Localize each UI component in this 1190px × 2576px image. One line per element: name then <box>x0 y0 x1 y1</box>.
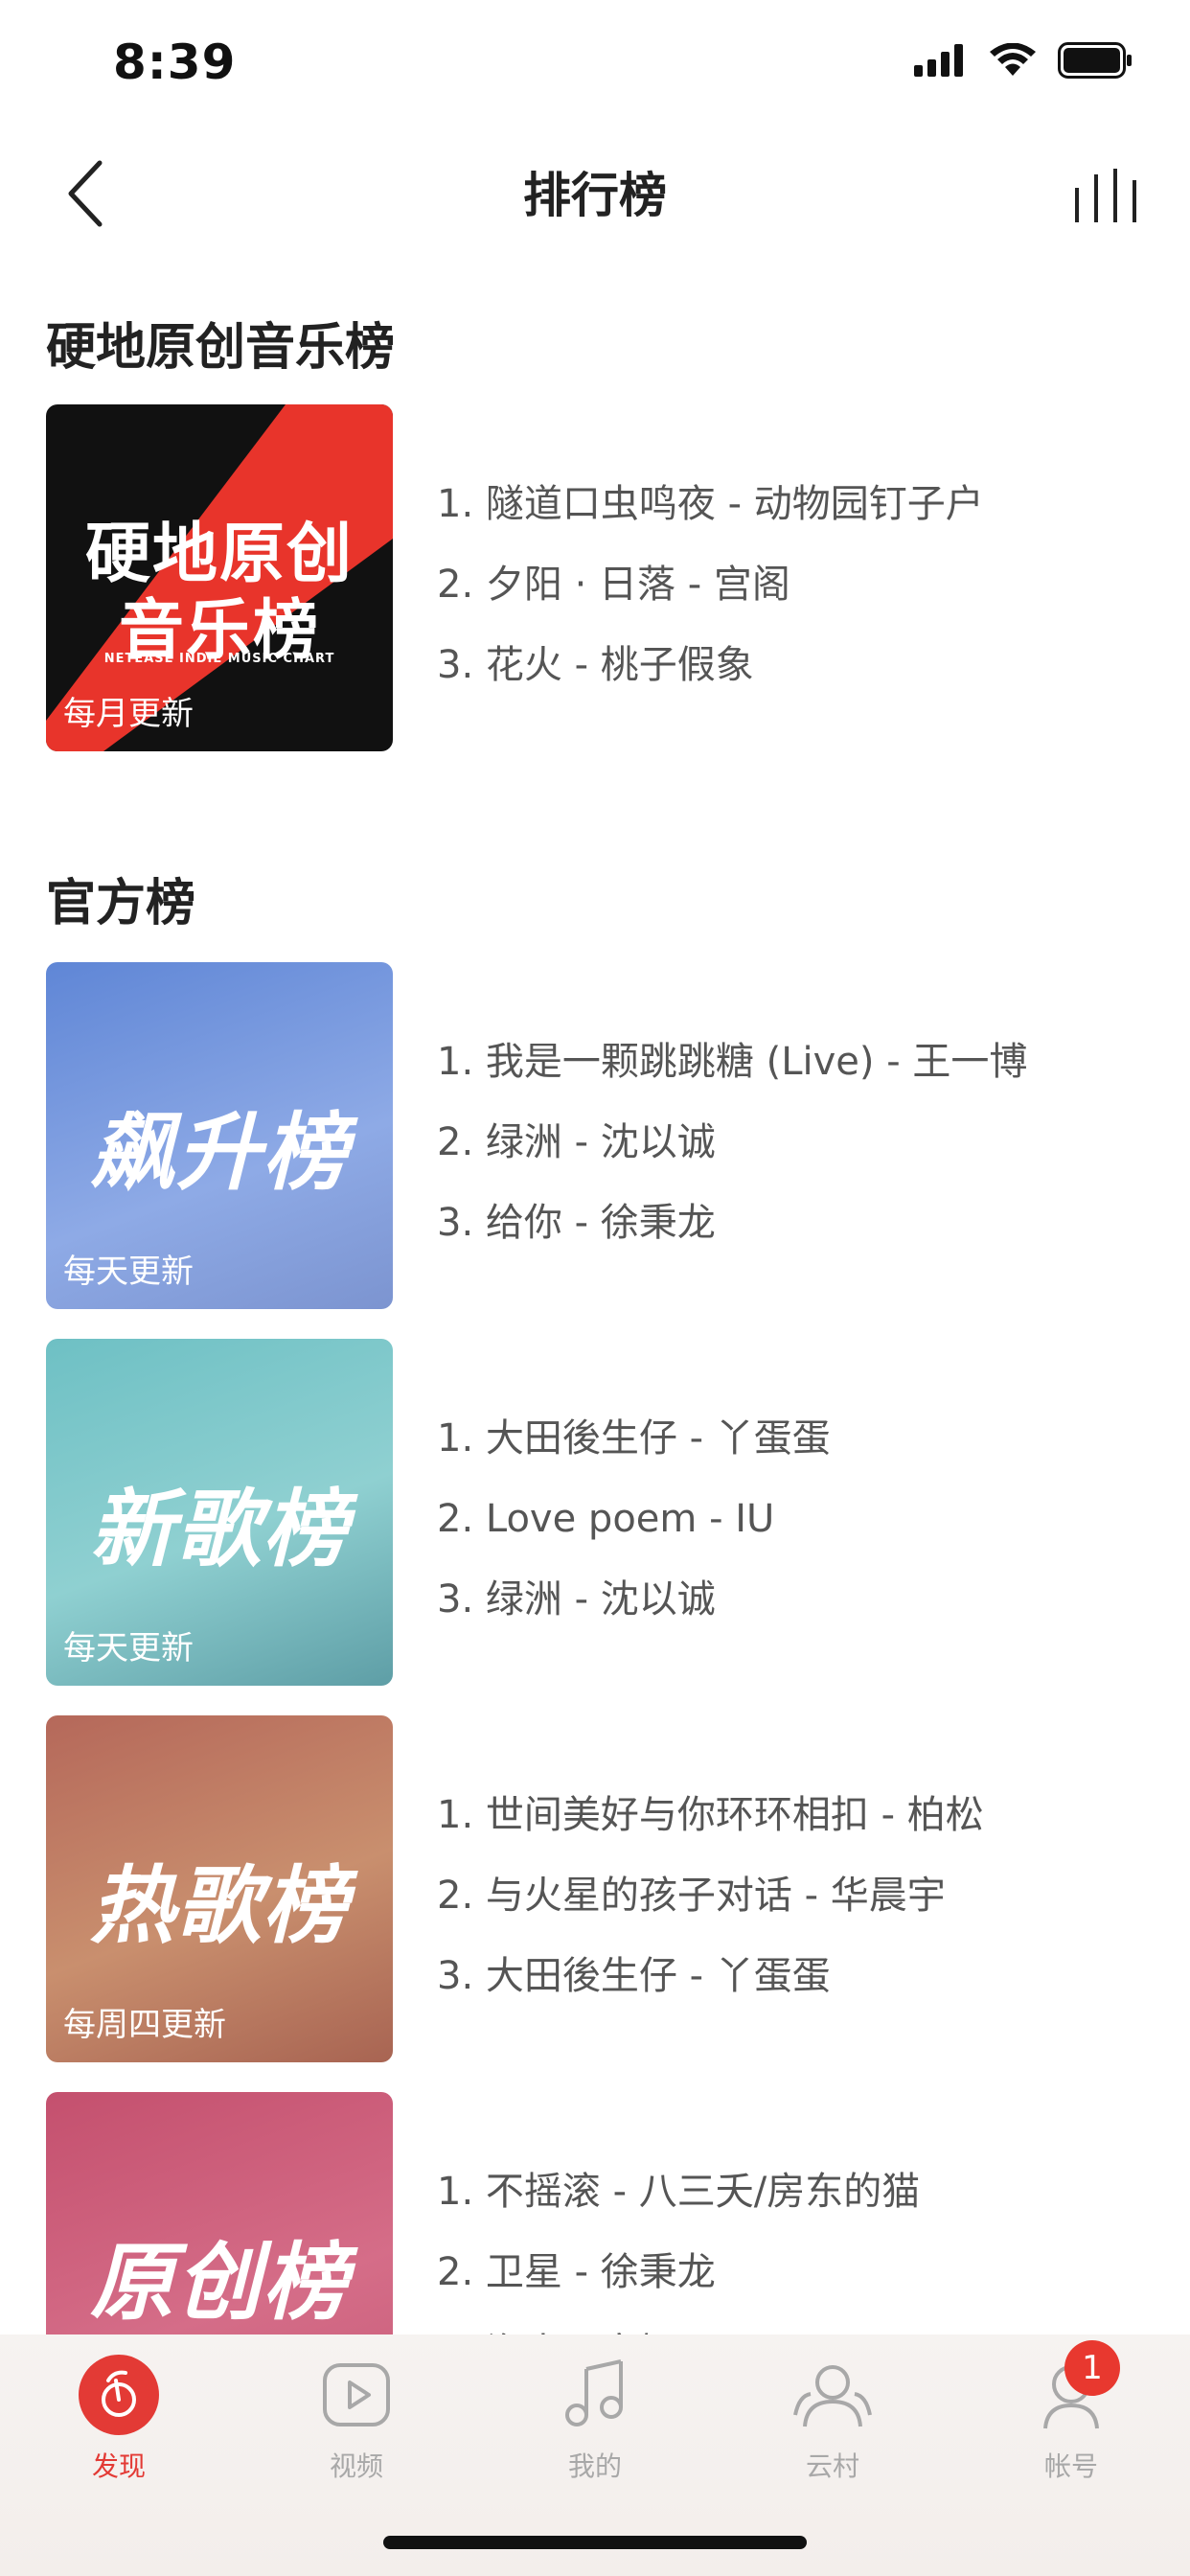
chart-row-soaring[interactable]: 飙升榜 每天更新 1. 我是一颗跳跳糖 (Live) - 王一博 2. 绿洲 -… <box>46 962 1157 1309</box>
update-frequency: 每周四更新 <box>63 2006 226 2044</box>
status-bar: 8:39 <box>0 0 1190 134</box>
battery-icon <box>1058 42 1132 79</box>
notification-badge: 1 <box>1064 2340 1120 2396</box>
cellular-signal-icon <box>914 44 963 77</box>
track-item[interactable]: 2. 夕阳 · 日落 - 宫阁 <box>437 544 984 625</box>
community-people-icon <box>793 2365 872 2427</box>
track-item[interactable]: 1. 不摇滚 - 八三夭/房东的猫 <box>437 2151 920 2232</box>
chart-cover-hot-songs[interactable]: 热歌榜 每周四更新 <box>46 1715 393 2062</box>
tab-mine[interactable]: 我的 <box>476 2352 714 2484</box>
cover-title: 热歌榜 <box>89 1856 349 1955</box>
chart-cover-indie[interactable]: 硬地原创 音乐榜 NETEASE INDIE MUSIC CHART 每月更新 <box>46 404 393 751</box>
tab-label: 发现 <box>91 2450 146 2482</box>
chart-row-indie[interactable]: 硬地原创 音乐榜 NETEASE INDIE MUSIC CHART 每月更新 … <box>46 404 1157 751</box>
track-item[interactable]: 3. 给你 - 徐秉龙 <box>437 1183 1027 1263</box>
section-title-indie: 硬地原创音乐榜 <box>46 319 396 377</box>
track-item[interactable]: 1. 隧道口虫鸣夜 - 动物园钉子户 <box>437 464 984 544</box>
tab-account[interactable]: 1 帐号 <box>952 2340 1190 2484</box>
cover-title: 飙升榜 <box>89 1103 349 1202</box>
track-item[interactable]: 2. 与火星的孩子对话 - 华晨宇 <box>437 1855 984 1936</box>
discover-icon <box>79 2355 159 2435</box>
track-item[interactable]: 1. 世间美好与你环环相扣 - 柏松 <box>437 1775 984 1855</box>
tab-discover[interactable]: 发现 <box>0 2352 238 2484</box>
tab-video[interactable]: 视频 <box>238 2352 475 2484</box>
music-note-icon <box>565 2359 623 2426</box>
page-title: 排行榜 <box>523 168 667 223</box>
track-item[interactable]: 2. 卫星 - 徐秉龙 <box>437 2232 920 2312</box>
chart-cover-soaring[interactable]: 飙升榜 每天更新 <box>46 962 393 1309</box>
track-list: 1. 世间美好与你环环相扣 - 柏松 2. 与火星的孩子对话 - 华晨宇 3. … <box>437 1775 984 2016</box>
equalizer-menu-icon[interactable] <box>1073 169 1140 222</box>
track-item[interactable]: 3. 绿洲 - 沈以诚 <box>437 1559 831 1640</box>
track-list: 1. 我是一颗跳跳糖 (Live) - 王一博 2. 绿洲 - 沈以诚 3. 给… <box>437 1022 1027 1263</box>
wifi-icon <box>990 43 1036 76</box>
tab-village[interactable]: 云村 <box>714 2352 951 2484</box>
track-item[interactable]: 1. 大田後生仔 - 丫蛋蛋 <box>437 1398 831 1479</box>
home-indicator[interactable] <box>383 2536 807 2549</box>
tab-label: 云村 <box>805 2450 859 2482</box>
status-icons <box>914 42 1133 79</box>
track-item[interactable]: 3. 花火 - 桃子假象 <box>437 625 984 705</box>
cover-title: 原创榜 <box>89 2233 349 2332</box>
track-item[interactable]: 2. 绿洲 - 沈以诚 <box>437 1102 1027 1183</box>
tab-label: 视频 <box>329 2450 383 2482</box>
track-item[interactable]: 2. Love poem - IU <box>437 1479 831 1559</box>
chart-row-new-songs[interactable]: 新歌榜 每天更新 1. 大田後生仔 - 丫蛋蛋 2. Love poem - I… <box>46 1339 1157 1686</box>
update-frequency: 每天更新 <box>63 1253 194 1291</box>
chart-row-hot-songs[interactable]: 热歌榜 每周四更新 1. 世间美好与你环环相扣 - 柏松 2. 与火星的孩子对话… <box>46 1715 1157 2062</box>
video-play-icon <box>323 2363 390 2426</box>
track-item[interactable]: 3. 大田後生仔 - 丫蛋蛋 <box>437 1936 984 2016</box>
cover-subtitle: NETEASE INDIE MUSIC CHART <box>103 652 335 666</box>
track-list: 1. 隧道口虫鸣夜 - 动物园钉子户 2. 夕阳 · 日落 - 宫阁 3. 花火… <box>437 464 984 705</box>
cover-title: 新歌榜 <box>89 1480 349 1578</box>
track-list: 1. 大田後生仔 - 丫蛋蛋 2. Love poem - IU 3. 绿洲 -… <box>437 1398 831 1640</box>
section-title-official: 官方榜 <box>46 875 196 932</box>
chart-cover-new-songs[interactable]: 新歌榜 每天更新 <box>46 1339 393 1686</box>
update-frequency: 每天更新 <box>63 1629 194 1668</box>
nav-bar: 排行榜 <box>0 134 1190 249</box>
status-time: 8:39 <box>113 34 237 90</box>
tab-label: 我的 <box>567 2450 622 2482</box>
track-item[interactable]: 1. 我是一颗跳跳糖 (Live) - 王一博 <box>437 1022 1027 1102</box>
tab-label: 帐号 <box>1043 2450 1098 2482</box>
update-frequency: 每月更新 <box>63 695 194 733</box>
